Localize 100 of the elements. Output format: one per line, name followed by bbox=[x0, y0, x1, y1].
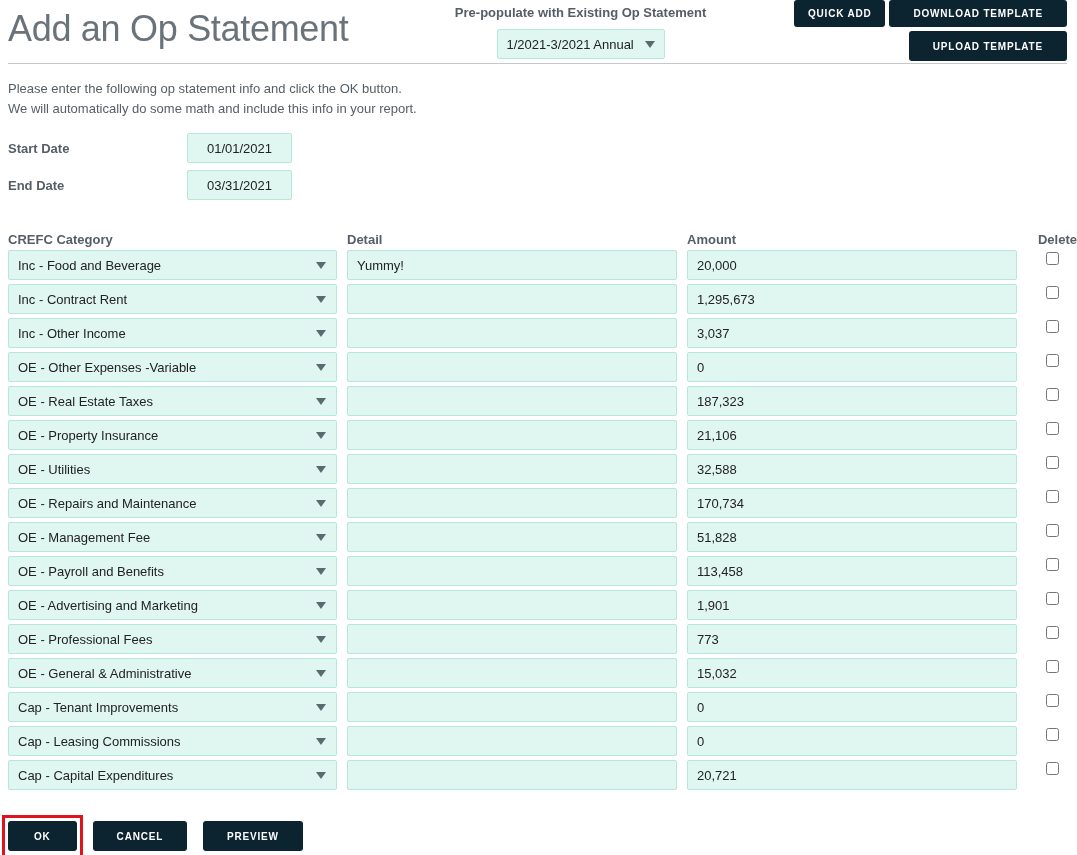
amount-field[interactable]: 0 bbox=[687, 692, 1017, 722]
category-select[interactable]: OE - Utilities bbox=[8, 454, 337, 484]
delete-checkbox[interactable] bbox=[1045, 728, 1059, 741]
delete-checkbox[interactable] bbox=[1045, 660, 1059, 673]
amount-field[interactable]: 20,000 bbox=[687, 250, 1017, 280]
detail-field[interactable]: Yummy! bbox=[347, 250, 677, 280]
instruction-text: We will automatically do some math and include this info in your report. bbox=[8, 100, 418, 118]
detail-field[interactable] bbox=[347, 692, 677, 722]
statement-select[interactable]: 1/2021-3/2021 Annual bbox=[496, 29, 665, 59]
category-select[interactable]: OE - Other Expenses -Variable bbox=[8, 352, 337, 382]
form-button[interactable]: CANCEL bbox=[92, 821, 188, 851]
delete-checkbox[interactable] bbox=[1045, 388, 1059, 401]
category-select[interactable]: Inc - Other Income bbox=[8, 318, 337, 348]
column-header: CREFC Category bbox=[8, 232, 114, 249]
amount-field[interactable]: 51,828 bbox=[687, 522, 1017, 552]
date-field[interactable]: 01/01/2021 bbox=[187, 133, 292, 163]
category-select[interactable]: Cap - Tenant Improvements bbox=[8, 692, 337, 722]
amount-field[interactable]: 21,106 bbox=[687, 420, 1017, 450]
delete-checkbox[interactable] bbox=[1045, 456, 1059, 469]
caret-icon bbox=[316, 295, 326, 303]
detail-field[interactable] bbox=[347, 318, 677, 348]
amount-field[interactable]: 1,295,673 bbox=[687, 284, 1017, 314]
delete-checkbox[interactable] bbox=[1045, 320, 1059, 333]
caret-icon bbox=[316, 397, 326, 405]
page-title: Add an Op Statement bbox=[8, 8, 349, 51]
amount-field[interactable]: 0 bbox=[687, 726, 1017, 756]
caret-icon bbox=[644, 40, 655, 48]
category-select[interactable]: Inc - Contract Rent bbox=[8, 284, 337, 314]
detail-field[interactable] bbox=[347, 522, 677, 552]
date-field[interactable]: 03/31/2021 bbox=[187, 170, 292, 200]
caret-icon bbox=[316, 601, 326, 609]
detail-field[interactable] bbox=[347, 760, 677, 790]
delete-checkbox[interactable] bbox=[1045, 490, 1059, 503]
toolbar-button[interactable]: DOWNLOAD TEMPLATE bbox=[889, 0, 1067, 27]
amount-field[interactable]: 773 bbox=[687, 624, 1017, 654]
category-select[interactable]: OE - Professional Fees bbox=[8, 624, 337, 654]
delete-checkbox[interactable] bbox=[1045, 762, 1059, 775]
delete-checkbox[interactable] bbox=[1045, 558, 1059, 571]
category-select[interactable]: OE - Property Insurance bbox=[8, 420, 337, 450]
caret-icon bbox=[316, 567, 326, 575]
caret-icon bbox=[316, 737, 326, 745]
detail-field[interactable] bbox=[347, 726, 677, 756]
detail-field[interactable] bbox=[347, 454, 677, 484]
date-label: Start Date bbox=[8, 140, 71, 156]
caret-icon bbox=[316, 499, 326, 507]
amount-field[interactable]: 0 bbox=[687, 352, 1017, 382]
column-header: Delete bbox=[1037, 232, 1077, 249]
detail-field[interactable] bbox=[347, 488, 677, 518]
caret-icon bbox=[316, 635, 326, 643]
delete-checkbox[interactable] bbox=[1045, 286, 1059, 299]
category-select[interactable]: OE - Advertising and Marketing bbox=[8, 590, 337, 620]
delete-checkbox[interactable] bbox=[1045, 626, 1059, 639]
form-button[interactable]: OK bbox=[8, 821, 77, 851]
amount-field[interactable]: 32,588 bbox=[687, 454, 1017, 484]
detail-field[interactable] bbox=[347, 386, 677, 416]
detail-field[interactable] bbox=[347, 284, 677, 314]
caret-icon bbox=[316, 465, 326, 473]
category-select[interactable]: OE - Repairs and Maintenance bbox=[8, 488, 337, 518]
category-select[interactable]: Cap - Capital Expenditures bbox=[8, 760, 337, 790]
caret-icon bbox=[316, 703, 326, 711]
form-button[interactable]: PREVIEW bbox=[203, 821, 303, 851]
amount-field[interactable]: 20,721 bbox=[687, 760, 1017, 790]
caret-icon bbox=[316, 533, 326, 541]
detail-field[interactable] bbox=[347, 658, 677, 688]
delete-checkbox[interactable] bbox=[1045, 694, 1059, 707]
category-select[interactable]: OE - Management Fee bbox=[8, 522, 337, 552]
caret-icon bbox=[316, 261, 326, 269]
category-select[interactable]: OE - Real Estate Taxes bbox=[8, 386, 337, 416]
instruction-text: Please enter the following op statement info and click the OK button. bbox=[8, 80, 403, 98]
amount-field[interactable]: 3,037 bbox=[687, 318, 1017, 348]
detail-field[interactable] bbox=[347, 420, 677, 450]
category-select[interactable]: Cap - Leasing Commissions bbox=[8, 726, 337, 756]
column-header: Detail bbox=[347, 232, 384, 249]
category-select[interactable]: OE - General & Administrative bbox=[8, 658, 337, 688]
caret-icon bbox=[316, 329, 326, 337]
delete-checkbox[interactable] bbox=[1045, 354, 1059, 367]
category-select[interactable]: OE - Payroll and Benefits bbox=[8, 556, 337, 586]
amount-field[interactable]: 15,032 bbox=[687, 658, 1017, 688]
delete-checkbox[interactable] bbox=[1045, 252, 1059, 265]
caret-icon bbox=[316, 431, 326, 439]
amount-field[interactable]: 187,323 bbox=[687, 386, 1017, 416]
caret-icon bbox=[316, 363, 326, 371]
delete-checkbox[interactable] bbox=[1045, 524, 1059, 537]
caret-icon bbox=[316, 771, 326, 779]
delete-checkbox[interactable] bbox=[1045, 592, 1059, 605]
amount-field[interactable]: 170,734 bbox=[687, 488, 1017, 518]
amount-field[interactable]: 1,901 bbox=[687, 590, 1017, 620]
amount-field[interactable]: 113,458 bbox=[687, 556, 1017, 586]
toolbar-button[interactable]: QUICK ADD bbox=[794, 0, 886, 27]
category-select[interactable]: Inc - Food and Beverage bbox=[8, 250, 337, 280]
date-label: End Date bbox=[8, 177, 66, 193]
toolbar-button[interactable]: UPLOAD TEMPLATE bbox=[908, 31, 1067, 61]
caret-icon bbox=[316, 669, 326, 677]
detail-field[interactable] bbox=[347, 590, 677, 620]
prepopulate-label: Pre-populate with Existing Op Statement bbox=[454, 5, 707, 20]
detail-field[interactable] bbox=[347, 352, 677, 382]
detail-field[interactable] bbox=[347, 556, 677, 586]
delete-checkbox[interactable] bbox=[1045, 422, 1059, 435]
column-header: Amount bbox=[687, 232, 738, 249]
detail-field[interactable] bbox=[347, 624, 677, 654]
